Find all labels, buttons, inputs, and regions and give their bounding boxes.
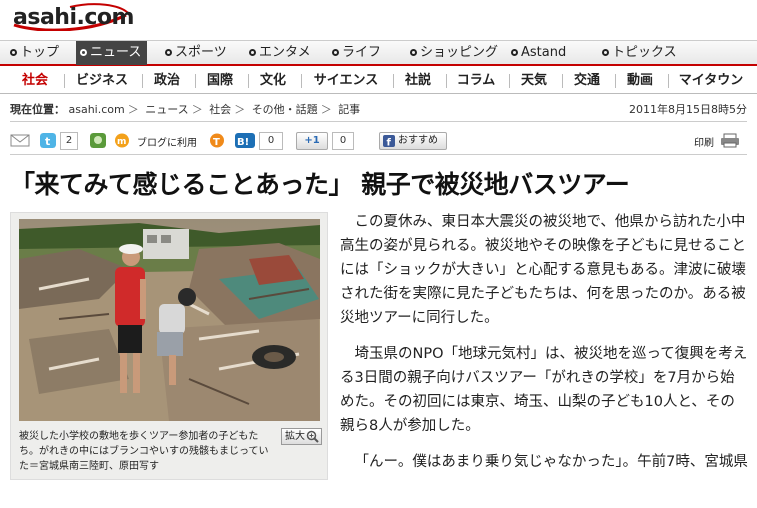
cnav-item-video[interactable]: 動画 xyxy=(619,68,661,93)
blog-badge-icon[interactable]: m xyxy=(114,133,130,148)
breadcrumb-separator: ＞ xyxy=(320,103,332,116)
asahi-logo[interactable]: asahi.com xyxy=(10,3,134,31)
cnav-item-business[interactable]: ビジネス xyxy=(68,68,136,93)
blog-info-icon[interactable]: T xyxy=(209,133,225,148)
facebook-label: おすすめ xyxy=(398,135,438,146)
gnav-item-sports[interactable]: スポーツ xyxy=(165,41,227,65)
nav-divider xyxy=(142,74,143,88)
cnav-item-weather[interactable]: 天気 xyxy=(513,68,555,93)
category-nav: 社会 ビジネス 政治 国際 文化 サイエンス 社説 コラム 天気 交通 動画 マ… xyxy=(0,68,757,94)
printer-icon[interactable] xyxy=(720,133,740,148)
breadcrumb-separator: ＞ xyxy=(191,103,203,116)
site-header: asahi.com xyxy=(0,0,757,40)
breadcrumb-link-home[interactable]: asahi.com xyxy=(69,103,125,116)
nav-divider xyxy=(562,74,563,88)
bullet-icon xyxy=(410,49,417,56)
breadcrumb-link-news[interactable]: ニュース xyxy=(145,103,188,116)
global-nav: トップ ニュース スポーツ エンタメ ライフ ショッピング Astand トピッ… xyxy=(0,40,757,66)
article-paragraph: 埼玉県のNPO「地球元気村」は、被災地を巡って復興を考える3日間の親子向けバスツ… xyxy=(340,346,748,434)
plusone-count: 0 xyxy=(332,132,354,150)
photo-caption: 被災した小学校の敷地を歩くツアー参加者の子どもたち。がれきの中にはブランコやいす… xyxy=(19,431,269,472)
nav-divider xyxy=(668,74,669,88)
facebook-icon: f xyxy=(383,135,395,147)
mail-icon[interactable] xyxy=(10,133,30,148)
gnav-item-top[interactable]: トップ xyxy=(10,41,59,65)
print-label[interactable]: 印刷 xyxy=(694,134,714,149)
divider xyxy=(10,154,747,155)
bullet-icon xyxy=(249,49,256,56)
share-bar: t 2 m ブログに利用 T B! 0 +1 0 f おすすめ 印刷 xyxy=(10,131,747,151)
nav-divider xyxy=(615,74,616,88)
breadcrumb-separator: ＞ xyxy=(234,103,246,116)
gnav-item-news[interactable]: ニュース xyxy=(76,41,148,65)
nav-divider xyxy=(64,74,65,88)
bullet-icon xyxy=(602,49,609,56)
article-headline: 「来てみて感じることあった」 親子で被災地バスツアー xyxy=(10,170,630,199)
gnav-item-topics[interactable]: トピックス xyxy=(602,41,677,65)
bullet-icon xyxy=(80,49,87,56)
divider xyxy=(10,121,747,122)
gnav-item-astand[interactable]: Astand xyxy=(511,41,566,65)
disaster-debris-photo xyxy=(19,219,320,421)
facebook-recommend-button[interactable]: f おすすめ xyxy=(379,132,447,150)
svg-text:B!: B! xyxy=(237,137,249,148)
cnav-item-mytown[interactable]: マイタウン xyxy=(672,68,750,93)
cnav-item-culture[interactable]: 文化 xyxy=(252,68,294,93)
svg-text:m: m xyxy=(117,137,126,147)
article-photo[interactable] xyxy=(19,219,320,421)
breadcrumb-link-other[interactable]: その他・話題 xyxy=(252,103,318,116)
article-paragraph: この夏休み、東日本大震災の被災地で、他県から訪れた小中高生の姿が見られる。被災地… xyxy=(340,214,746,326)
cnav-item-society[interactable]: 社会 xyxy=(14,68,56,93)
hatena-bookmark-icon[interactable]: B! xyxy=(235,133,255,148)
cnav-item-politics[interactable]: 政治 xyxy=(146,68,188,93)
nav-divider xyxy=(393,74,394,88)
cnav-item-column[interactable]: コラム xyxy=(450,68,502,93)
evernote-icon[interactable] xyxy=(90,133,106,148)
nav-divider xyxy=(248,74,249,88)
gnav-item-entame[interactable]: エンタメ xyxy=(249,41,311,65)
zoom-button[interactable]: 拡大 xyxy=(281,428,322,445)
twitter-count: 2 xyxy=(60,132,78,150)
nav-divider xyxy=(446,74,447,88)
blog-label[interactable]: ブログに利用 xyxy=(137,134,197,149)
article-paragraph: 「んー。僕はあまり乗り気じゃなかった」。午前7時、宮城県 xyxy=(354,454,748,470)
bullet-icon xyxy=(165,49,172,56)
breadcrumb-separator: ＞ xyxy=(127,103,139,116)
bullet-icon xyxy=(511,49,518,56)
zoom-label: 拡大 xyxy=(285,431,305,442)
nav-divider xyxy=(509,74,510,88)
gnav-item-life[interactable]: ライフ xyxy=(332,41,381,65)
breadcrumb-prefix: 現在位置： xyxy=(10,103,65,116)
publish-date: 2011年8月15日8時5分 xyxy=(629,103,747,116)
cnav-item-science[interactable]: サイエンス xyxy=(305,68,387,93)
breadcrumb-current: 記事 xyxy=(338,103,361,116)
magnifier-icon xyxy=(306,430,319,443)
nav-divider xyxy=(195,74,196,88)
breadcrumb: 現在位置： asahi.com ＞ ニュース＞ 社会＞ その他・話題＞ 記事 xyxy=(10,101,360,117)
bullet-icon xyxy=(10,49,17,56)
bullet-icon xyxy=(332,49,339,56)
svg-text:f: f xyxy=(387,138,392,148)
cnav-item-editorial[interactable]: 社説 xyxy=(397,68,439,93)
photo-figure: 被災した小学校の敷地を歩くツアー参加者の子どもたち。がれきの中にはブランコやいす… xyxy=(10,212,328,480)
cnav-item-traffic[interactable]: 交通 xyxy=(566,68,608,93)
logo-text: asahi.com xyxy=(13,5,134,30)
article-body: この夏休み、東日本大震災の被災地で、他県から訪れた小中高生の姿が見られる。被災地… xyxy=(340,210,748,486)
nav-divider xyxy=(301,74,302,88)
svg-text:t: t xyxy=(45,135,50,148)
svg-text:T: T xyxy=(213,137,220,148)
breadcrumb-link-society[interactable]: 社会 xyxy=(209,103,231,116)
plusone-button[interactable]: +1 xyxy=(296,132,328,150)
cnav-item-international[interactable]: 国際 xyxy=(199,68,241,93)
gnav-item-shopping[interactable]: ショッピング xyxy=(410,41,498,65)
hatena-count: 0 xyxy=(259,132,283,150)
twitter-icon[interactable]: t xyxy=(40,133,56,148)
